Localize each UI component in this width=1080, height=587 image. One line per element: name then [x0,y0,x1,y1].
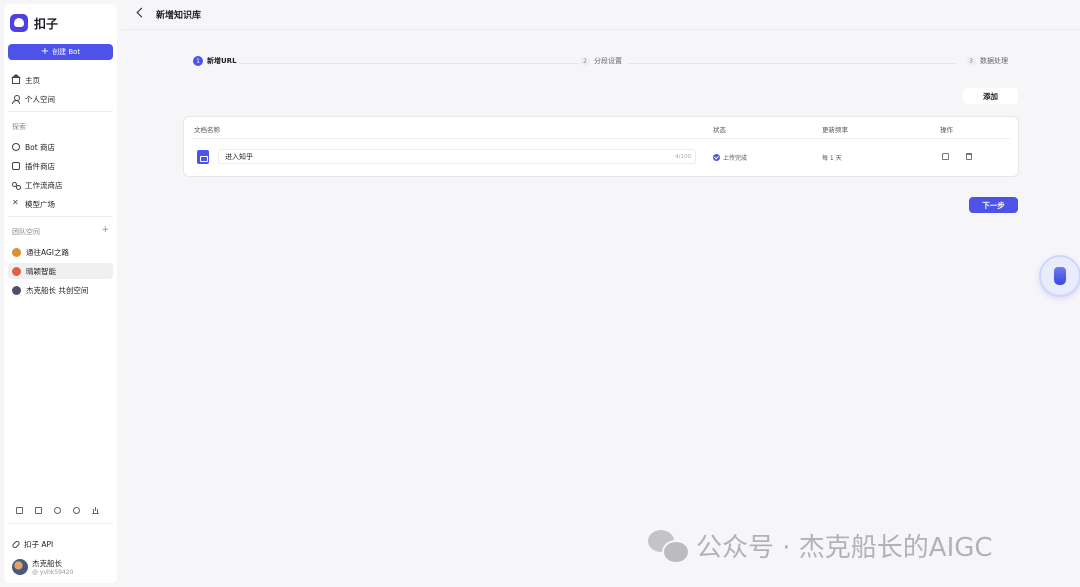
step-connector [627,63,957,64]
sidebar-item-home[interactable]: 主页 [8,72,113,88]
sidebar-item-personal-space[interactable]: 个人空间 [8,91,113,107]
step-label: 分段设置 [594,57,622,65]
step-number: 1 [193,56,203,66]
workflow-icon [12,181,21,190]
brand[interactable]: 扣子 [10,14,58,32]
sidebar-item-label: 个人空间 [25,94,55,104]
sidebar-item-model-square[interactable]: 模型广场 [8,196,113,212]
step-label: 新增URL [207,57,237,65]
add-team-icon[interactable]: + [101,225,109,235]
sidebar-divider [8,111,113,112]
sidebar-item-workflow-store[interactable]: 工作流商店 [8,177,113,193]
wechat-icon [648,529,690,564]
step-number: 3 [966,56,976,66]
next-step-button[interactable]: 下一步 [969,197,1018,213]
add-button[interactable]: 添加 [963,88,1018,104]
model-icon [12,198,20,208]
document-name-input[interactable]: 进入知乎 4/100 [218,149,696,164]
brand-name: 扣子 [34,16,59,31]
step-2: 2 分段设置 [580,56,622,66]
step-number: 2 [580,56,590,66]
floating-assistant-button[interactable] [1041,257,1079,295]
sidebar-item-label: 杰克船长 共创空间 [26,285,89,295]
column-header-status: 状态 [713,126,726,134]
chat-icon[interactable] [54,507,61,514]
create-bot-label: 创建 Bot [52,48,81,56]
page-header: 新增知识库 [121,0,1080,30]
sidebar: 扣子 + 创建 Bot 主页 个人空间 探索 Bot 商店 插件商店 工作流商店… [4,4,117,583]
update-frequency: 每 1 天 [822,155,842,162]
document-icon [197,150,209,164]
status-text: 上传完成 [723,155,748,162]
watermark: 公众号 · 杰克船长的AIGC [648,527,993,564]
sidebar-item-bot-store[interactable]: Bot 商店 [8,139,113,155]
document-icon[interactable] [16,507,23,514]
cloud-icon[interactable] [73,507,80,514]
delete-icon[interactable] [966,153,972,160]
bot-icon [12,143,20,151]
step-connector [239,63,579,64]
column-header-name: 文档名称 [194,126,220,134]
step-1: 1 新增URL [193,56,237,66]
bottom-toolbar [16,507,99,514]
watermark-text: 公众号 · 杰克船长的AIGC [696,533,993,563]
explore-section-label: 探索 [12,123,26,131]
sidebar-divider [8,216,113,217]
stepper: 1 新增URL 2 分段设置 3 数据处理 [193,56,1019,70]
step-3: 3 数据处理 [966,56,1008,66]
team-section-label: 团队空间 [12,228,40,236]
column-header-actions: 操作 [940,126,953,134]
column-header-frequency: 更新频率 [822,126,848,134]
plugin-icon [12,162,20,170]
chart-icon[interactable] [92,507,99,514]
sidebar-item-label: 通往AGI之路 [26,247,70,257]
sidebar-item-label: 插件商店 [25,161,55,171]
step-label: 数据处理 [980,57,1008,65]
sidebar-item-team[interactable]: 通往AGI之路 [8,244,113,260]
character-count: 4/100 [675,153,691,160]
profile-name: 杰克船长 [32,559,62,568]
back-arrow-icon[interactable] [136,7,147,18]
sidebar-item-label: Bot 商店 [25,142,56,152]
document-table: 文档名称 状态 更新频率 操作 进入知乎 4/100 上传完成 每 1 天 [183,116,1019,177]
api-label: 扣子 API [24,540,54,549]
check-circle-icon [713,154,720,161]
sidebar-item-label: 主页 [25,75,40,85]
create-bot-button[interactable]: + 创建 Bot [8,44,113,60]
sidebar-item-label: 晴颖智能 [26,266,56,276]
user-profile[interactable]: 杰克船长 @ yvhk59420 [12,558,73,576]
document-name-value: 进入知乎 [225,152,253,161]
sidebar-item-api[interactable]: 扣子 API [11,539,54,550]
sidebar-item-plugin-store[interactable]: 插件商店 [8,158,113,174]
team-avatar [12,247,21,257]
status-badge: 上传完成 [713,153,747,162]
page-title: 新增知识库 [156,11,202,21]
sidebar-item-label: 模型广场 [25,199,55,209]
profile-id: @ yvhk59420 [32,569,74,576]
plus-icon: + [40,46,50,57]
sidebar-item-team[interactable]: 杰克船长 共创空间 [8,282,113,298]
link-icon [11,539,21,550]
home-icon [11,74,21,84]
user-icon [12,95,20,104]
team-avatar [12,266,21,276]
brand-logo-icon [10,14,28,32]
edit-icon[interactable] [942,153,949,160]
sidebar-item-label: 工作流商店 [25,180,63,190]
sidebar-divider [8,523,113,524]
table-header-divider [192,138,1010,139]
avatar [12,559,28,575]
sidebar-item-team[interactable]: 晴颖智能 [8,263,113,279]
message-icon[interactable] [35,507,42,514]
team-avatar [12,285,21,295]
